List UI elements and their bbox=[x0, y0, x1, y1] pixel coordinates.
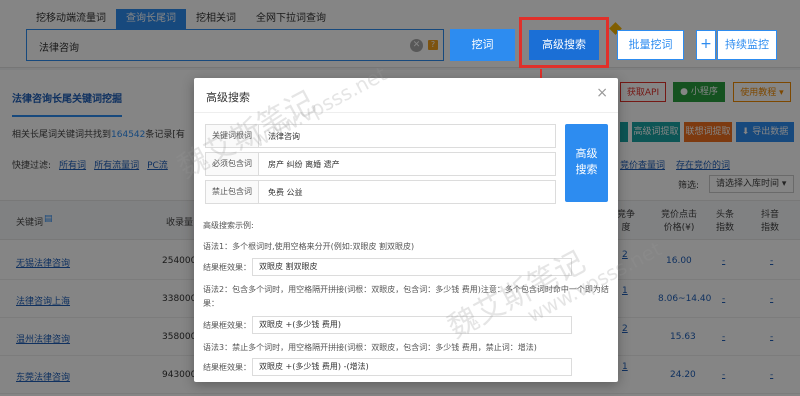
result-label: 结果框效果： bbox=[203, 321, 251, 330]
add-icon-top[interactable]: + bbox=[696, 30, 716, 60]
field-value: 房产 纠纷 离婚 遗产 bbox=[268, 160, 340, 169]
submit-label-2: 搜索 bbox=[575, 163, 598, 176]
example-3-result: 双眼皮 +(多少钱 费用) -(增法) bbox=[252, 358, 572, 376]
close-icon[interactable]: × bbox=[596, 86, 608, 100]
modal-title: 高级搜索 bbox=[206, 91, 250, 104]
advanced-search-submit-button[interactable]: 高级 搜索 bbox=[565, 124, 608, 202]
example-3-text: 语法3：禁止多个词时，用空格隔开拼接(词根：双眼皮，包含词：多少钱 费用，禁止词… bbox=[203, 343, 537, 352]
example-2-result: 双眼皮 +(多少钱 费用) bbox=[252, 316, 572, 334]
example-title: 高级搜索示例: bbox=[203, 221, 254, 230]
field-value: 免费 公益 bbox=[268, 188, 303, 197]
result-label: 结果框效果： bbox=[203, 263, 251, 272]
advanced-search-button-highlight[interactable]: 高级搜索 bbox=[529, 30, 599, 60]
result-label: 结果框效果： bbox=[203, 363, 251, 372]
must-include-field[interactable]: 必须包含词 房产 纠纷 离婚 遗产 bbox=[205, 152, 556, 176]
monitor-button-top[interactable]: 持续监控 bbox=[717, 30, 777, 60]
field-label: 禁止包含词 bbox=[206, 181, 259, 203]
dig-button-top[interactable]: 挖词 bbox=[450, 29, 515, 61]
submit-label-1: 高级 bbox=[575, 147, 598, 160]
batch-dig-button-top[interactable]: 批量挖词 bbox=[617, 30, 684, 60]
exclude-field[interactable]: 禁止包含词 免费 公益 bbox=[205, 180, 556, 204]
